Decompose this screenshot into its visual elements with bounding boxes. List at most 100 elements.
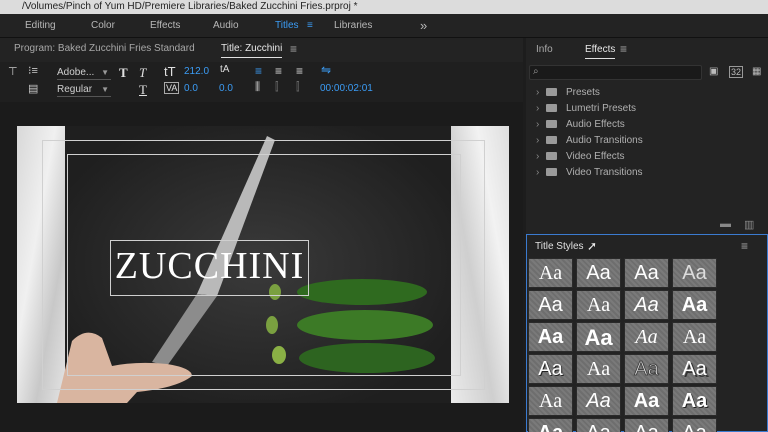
- title-styles-header: Title Styles: [535, 241, 584, 252]
- effects-search-input[interactable]: ⌕: [529, 65, 702, 80]
- tab-info[interactable]: Info: [536, 44, 553, 55]
- chevron-right-icon: ›: [536, 135, 540, 146]
- workspace-libraries[interactable]: Libraries: [334, 14, 372, 38]
- style-swatch[interactable]: Aa: [528, 418, 573, 432]
- folder-icon: [546, 104, 557, 112]
- justify-last-left-icon[interactable]: ⫿: [275, 81, 279, 94]
- timecode-value[interactable]: 00:00:02:01: [320, 83, 373, 94]
- font-style-value: Regular: [57, 84, 93, 95]
- title-canvas[interactable]: ZUCCHINI: [17, 126, 509, 403]
- align-right-icon[interactable]: ≡: [296, 64, 303, 78]
- tab-effects[interactable]: Effects: [585, 44, 616, 59]
- accelerated-effects-icon[interactable]: ▣: [709, 66, 718, 77]
- effects-menu-icon[interactable]: ≡: [620, 42, 627, 56]
- style-swatch[interactable]: Aa: [672, 354, 717, 384]
- text-tool-icon[interactable]: ⊤: [8, 65, 18, 78]
- align-center-icon[interactable]: ≡: [275, 64, 282, 78]
- effects-item-label: Lumetri Presets: [566, 103, 637, 114]
- chevron-right-icon: ›: [536, 119, 540, 130]
- folder-icon: [546, 120, 557, 128]
- chevron-right-icon: ›: [536, 167, 540, 178]
- folder-icon: [546, 88, 557, 96]
- style-swatch[interactable]: Aa: [624, 386, 669, 416]
- effects-item-presets[interactable]: › Presets: [536, 87, 600, 98]
- style-swatch[interactable]: Aa: [576, 322, 621, 352]
- style-swatch[interactable]: Aa: [528, 290, 573, 320]
- style-swatch[interactable]: Aa: [624, 290, 669, 320]
- project-path: /Volumes/Pinch of Yum HD/Premiere Librar…: [22, 1, 358, 12]
- effects-item-label: Presets: [566, 87, 600, 98]
- effects-item-video-transitions[interactable]: › Video Transitions: [536, 167, 643, 178]
- baseline-shift-icon[interactable]: tA: [220, 64, 229, 75]
- leading-value[interactable]: 0.0: [219, 83, 233, 94]
- style-swatch[interactable]: Aa: [576, 258, 621, 288]
- font-family-select[interactable]: Adobe... ▼: [57, 66, 111, 80]
- kerning-value[interactable]: 0.0: [184, 83, 198, 94]
- style-swatch[interactable]: Aa: [528, 386, 573, 416]
- workspace-effects[interactable]: Effects: [150, 14, 180, 38]
- search-icon: ⌕: [533, 66, 539, 77]
- panel-tabs: Program: Baked Zucchini Fries Standard T…: [0, 38, 523, 62]
- title-styles-menu-icon[interactable]: ≡: [741, 239, 748, 253]
- style-swatch[interactable]: Aa: [576, 290, 621, 320]
- window-title-bar: /Volumes/Pinch of Yum HD/Premiere Librar…: [0, 0, 768, 14]
- font-style-select[interactable]: Regular ▼: [57, 83, 111, 97]
- effects-panel: Info Effects ≡ ⌕ ▣ 32 ▦ › Presets › Lumetr…: [526, 38, 768, 234]
- bold-icon[interactable]: T: [119, 65, 128, 81]
- style-swatch[interactable]: Aa: [624, 354, 669, 384]
- workspace-bar: Editing Color Effects Audio Titles ≡ Lib…: [0, 14, 768, 38]
- new-bin-icon[interactable]: ▬: [720, 218, 731, 230]
- effects-item-label: Video Effects: [566, 151, 625, 162]
- style-swatch[interactable]: Aa: [528, 258, 573, 288]
- style-swatch[interactable]: Aa: [672, 386, 717, 416]
- font-size-value[interactable]: 212.0: [184, 66, 209, 77]
- tab-program[interactable]: Program: Baked Zucchini Fries Standard: [14, 43, 195, 54]
- yuv-effects-icon[interactable]: ▦: [752, 66, 761, 77]
- workspace-audio[interactable]: Audio: [213, 14, 239, 38]
- workspace-editing[interactable]: Editing: [25, 14, 56, 38]
- workspace-titles[interactable]: Titles: [275, 14, 299, 38]
- align-left-icon[interactable]: ≡: [255, 64, 262, 78]
- chevron-down-icon: ▼: [101, 85, 109, 94]
- tab-stops-icon[interactable]: ⁝≡: [28, 64, 38, 77]
- font-family-value: Adobe...: [57, 67, 95, 78]
- style-swatch[interactable]: Aa: [672, 322, 717, 352]
- more-workspaces-icon[interactable]: »: [420, 14, 427, 38]
- style-swatch[interactable]: Aa: [672, 258, 717, 288]
- style-swatch[interactable]: Aa: [528, 354, 573, 384]
- style-swatch[interactable]: Aa: [528, 322, 573, 352]
- 32bit-effects-icon[interactable]: 32: [729, 66, 744, 78]
- style-swatch[interactable]: Aa: [624, 418, 669, 432]
- style-swatch[interactable]: Aa: [672, 418, 717, 432]
- tab-title[interactable]: Title: Zucchini: [221, 43, 283, 58]
- roll-crawl-icon[interactable]: ⇋: [321, 63, 331, 77]
- title-toolbar: ⊤ ⁝≡ Adobe... ▼ T T tT 212.0 tA ≡ ≡ ≡ ⇋ …: [0, 62, 523, 102]
- style-swatch[interactable]: Aa: [576, 418, 621, 432]
- style-swatch[interactable]: Aa: [624, 322, 669, 352]
- title-panel-menu-icon[interactable]: ≡: [290, 42, 297, 56]
- title-text-box[interactable]: ZUCCHINI: [110, 240, 309, 296]
- templates-icon[interactable]: ▤: [28, 82, 38, 95]
- delete-icon[interactable]: ▥: [744, 218, 754, 231]
- effects-item-video-effects[interactable]: › Video Effects: [536, 151, 625, 162]
- font-size-icon: tT: [164, 64, 176, 79]
- workspace-color[interactable]: Color: [91, 14, 115, 38]
- kerning-icon: VA: [164, 82, 180, 94]
- style-swatch[interactable]: Aa: [672, 290, 717, 320]
- chevron-right-icon: ›: [536, 151, 540, 162]
- chevron-down-icon: ▼: [101, 68, 109, 77]
- italic-icon[interactable]: T: [139, 65, 146, 81]
- justify-icon[interactable]: ⫼: [255, 81, 260, 94]
- effects-item-lumetri-presets[interactable]: › Lumetri Presets: [536, 103, 636, 114]
- effects-item-audio-effects[interactable]: › Audio Effects: [536, 119, 625, 130]
- folder-icon: [546, 152, 557, 160]
- effects-item-audio-transitions[interactable]: › Audio Transitions: [536, 135, 643, 146]
- style-swatch[interactable]: Aa: [624, 258, 669, 288]
- chevron-right-icon: ›: [536, 103, 540, 114]
- style-swatch[interactable]: Aa: [576, 386, 621, 416]
- underline-icon[interactable]: T: [139, 82, 147, 98]
- style-swatch[interactable]: Aa: [576, 354, 621, 384]
- justify-last-right-icon[interactable]: ⫿: [296, 81, 300, 94]
- workspace-menu-icon[interactable]: ≡: [307, 14, 313, 38]
- folder-icon: [546, 136, 557, 144]
